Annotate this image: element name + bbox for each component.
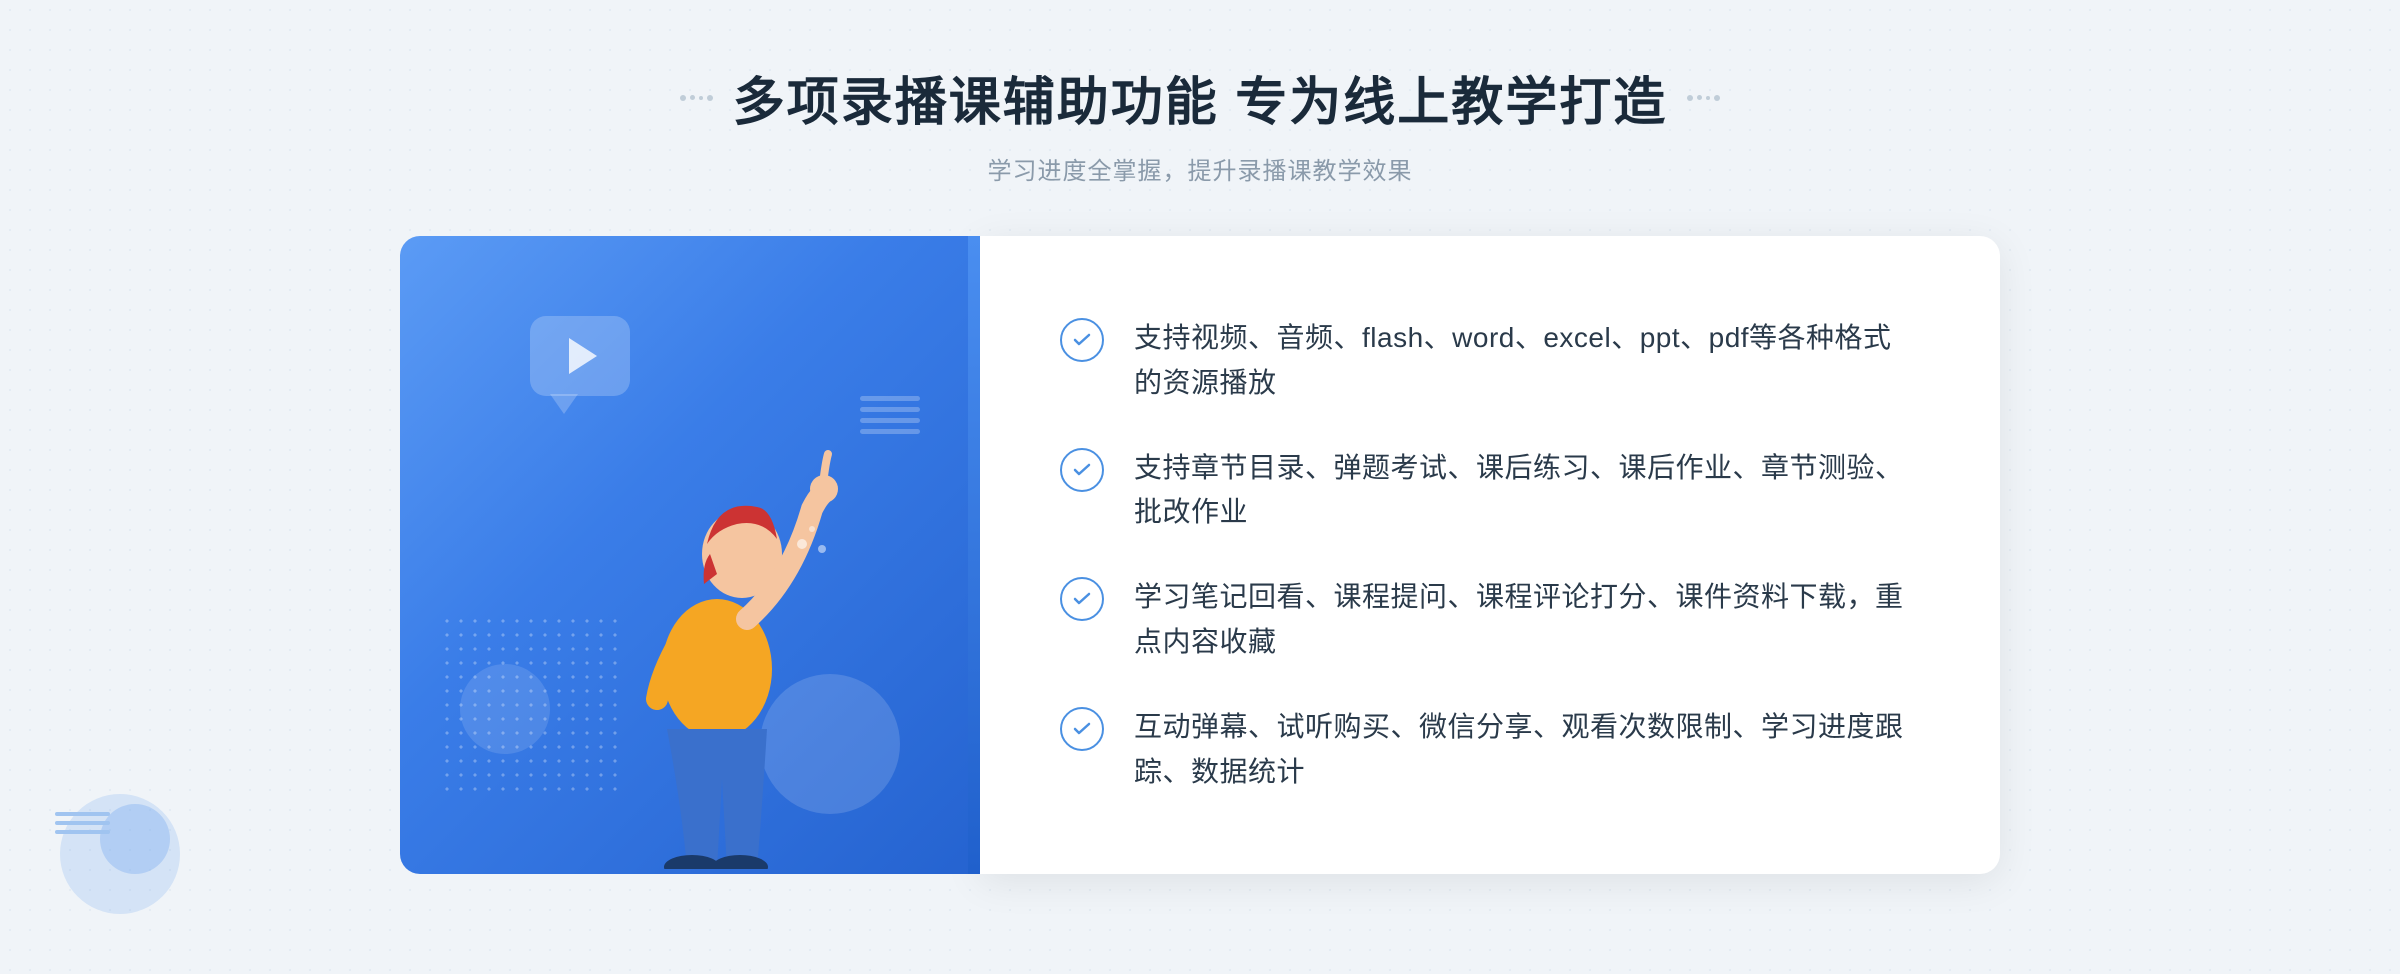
feature-text-1: 支持视频、音频、flash、word、excel、ppt、pdf等各种格式的资源… (1134, 316, 1920, 406)
person-figure (562, 389, 882, 874)
illus-circle-medium (460, 664, 550, 754)
feature-text-3: 学习笔记回看、课程提问、课程评论打分、课件资料下载，重点内容收藏 (1134, 575, 1920, 665)
person-svg (562, 389, 882, 869)
deco-lines (55, 812, 110, 834)
page-container: » 多项录播课辅助功能 专为线上教学打造 学习进度全掌握，提升录播课教学效果 (0, 0, 2400, 974)
features-card: 支持视频、音频、flash、word、excel、ppt、pdf等各种格式的资源… (980, 236, 2000, 874)
main-content: 支持视频、音频、flash、word、excel、ppt、pdf等各种格式的资源… (400, 236, 2000, 874)
right-dot-decoration (1687, 95, 1720, 101)
deco-line-2 (55, 821, 110, 825)
check-icon-4 (1060, 707, 1104, 751)
feature-text-2: 支持章节目录、弹题考试、课后练习、课后作业、章节测验、批改作业 (1134, 446, 1920, 536)
left-dot-decoration (680, 95, 713, 101)
feature-text-4: 互动弹幕、试听购买、微信分享、观看次数限制、学习进度跟踪、数据统计 (1134, 705, 1920, 795)
feature-item-4: 互动弹幕、试听购买、微信分享、观看次数限制、学习进度跟踪、数据统计 (1060, 685, 1920, 815)
header: 多项录播课辅助功能 专为线上教学打造 学习进度全掌握，提升录播课教学效果 (680, 0, 1720, 186)
page-subtitle: 学习进度全掌握，提升录播课教学效果 (680, 151, 1720, 186)
deco-circle-small (100, 804, 170, 874)
play-bubble (530, 316, 630, 396)
deco-line-1 (55, 812, 110, 816)
feature-item-2: 支持章节目录、弹题考试、课后练习、课后作业、章节测验、批改作业 (1060, 426, 1920, 556)
feature-item-3: 学习笔记回看、课程提问、课程评论打分、课件资料下载，重点内容收藏 (1060, 555, 1920, 685)
page-title: 多项录播课辅助功能 专为线上教学打造 (733, 60, 1667, 135)
check-icon-2 (1060, 448, 1104, 492)
play-triangle-icon (569, 338, 597, 374)
check-icon-3 (1060, 577, 1104, 621)
check-icon-1 (1060, 318, 1104, 362)
feature-item-1: 支持视频、音频、flash、word、excel、ppt、pdf等各种格式的资源… (1060, 296, 1920, 426)
header-decoration: 多项录播课辅助功能 专为线上教学打造 (680, 60, 1720, 135)
illustration-card (400, 236, 980, 874)
deco-line-3 (55, 830, 110, 834)
